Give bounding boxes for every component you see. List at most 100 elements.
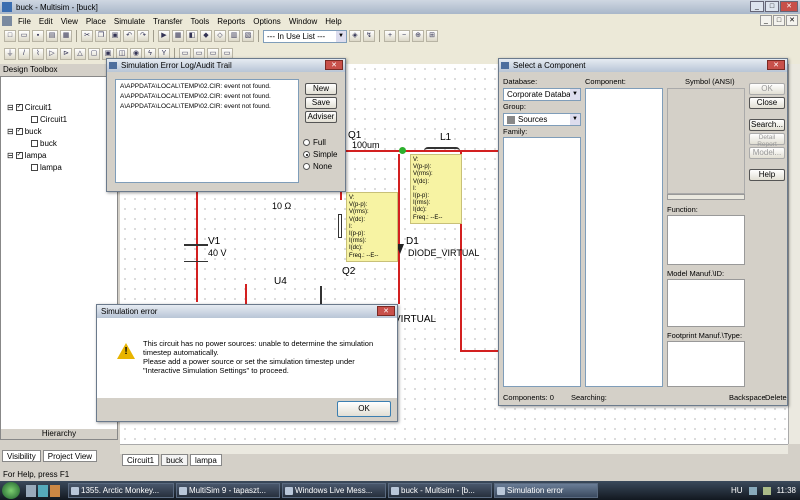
mode-none[interactable]: None <box>303 161 337 173</box>
taskbar-item-multisim9[interactable]: MultiSim 9 - tapaszt... <box>176 483 280 498</box>
tree-leaf-circuit1[interactable]: Circuit1 <box>31 115 67 124</box>
ok-button[interactable]: OK <box>749 83 785 95</box>
mdi-minimize-button[interactable]: _ <box>760 15 772 26</box>
resistor-icon[interactable]: ⌇ <box>32 48 44 60</box>
run-icon[interactable]: ▶ <box>158 30 170 42</box>
close-button[interactable]: ✕ <box>780 1 798 12</box>
copy-icon[interactable]: ❐ <box>95 30 107 42</box>
mdi-close-button[interactable]: ✕ <box>786 15 798 26</box>
menu-view[interactable]: View <box>57 17 82 26</box>
model-button[interactable]: Model... <box>749 147 785 159</box>
transistor-symbol-icon[interactable] <box>320 286 340 306</box>
adviser-button[interactable]: Adviser <box>305 111 337 123</box>
ttl-icon[interactable]: ▢ <box>88 48 100 60</box>
checkbox[interactable]: ✓ <box>15 128 23 135</box>
probe-marker-icon[interactable] <box>399 147 406 154</box>
horizontal-scrollbar[interactable] <box>120 444 788 454</box>
help-button[interactable]: Help <box>749 169 785 181</box>
cut-icon[interactable]: ✂ <box>81 30 93 42</box>
diode-icon[interactable]: ▷ <box>46 48 58 60</box>
family-list[interactable] <box>503 137 581 387</box>
menu-simulate[interactable]: Simulate <box>110 17 149 26</box>
new-button[interactable]: New <box>305 83 337 95</box>
mode-simple[interactable]: Simple <box>303 149 337 161</box>
zoom-out-icon[interactable]: − <box>398 30 410 42</box>
open-icon[interactable]: ▭ <box>18 30 30 42</box>
sim-icon[interactable]: ◈ <box>349 30 361 42</box>
close-dialog-button[interactable]: Close <box>749 97 785 109</box>
mode-full[interactable]: Full <box>303 137 337 149</box>
clock[interactable]: 11:38 <box>777 486 796 495</box>
maximize-button[interactable]: □ <box>765 1 779 12</box>
tool-d-icon[interactable]: ▧ <box>242 30 254 42</box>
group-dropdown[interactable]: Sources ▼ <box>503 113 581 126</box>
inductor-icon[interactable] <box>424 147 460 153</box>
menu-transfer[interactable]: Transfer <box>149 17 187 26</box>
print-preview-icon[interactable]: ▦ <box>60 30 72 42</box>
wire-icon[interactable]: / <box>18 48 30 60</box>
print-icon[interactable]: ▤ <box>46 30 58 42</box>
menu-file[interactable]: File <box>14 17 35 26</box>
component-list[interactable] <box>585 88 663 387</box>
menu-help[interactable]: Help <box>321 17 345 26</box>
redo-icon[interactable]: ↷ <box>137 30 149 42</box>
tray-icon[interactable] <box>762 486 771 495</box>
db-icon[interactable]: ◧ <box>186 30 198 42</box>
tab-lampa[interactable]: lampa <box>190 454 222 466</box>
taskbar-item-music[interactable]: 1355. Arctic Monkey... <box>68 483 174 498</box>
paste-icon[interactable]: ▣ <box>109 30 121 42</box>
tree-node-circuit1[interactable]: ⊟ ✓ Circuit1 <box>7 103 52 112</box>
new-icon[interactable]: □ <box>4 30 16 42</box>
tool-c-icon[interactable]: ▥ <box>228 30 240 42</box>
taskbar-item-messenger[interactable]: Windows Live Mess... <box>282 483 386 498</box>
transistor-icon[interactable]: ⊳ <box>60 48 72 60</box>
tool-a-icon[interactable]: ◆ <box>200 30 212 42</box>
zoom-area-icon[interactable]: ⊕ <box>412 30 424 42</box>
zoom-in-icon[interactable]: + <box>384 30 396 42</box>
ground-icon[interactable]: ⏚ <box>4 48 16 60</box>
menu-edit[interactable]: Edit <box>35 17 57 26</box>
analog-icon[interactable]: △ <box>74 48 86 60</box>
tree-leaf-buck[interactable]: buck <box>31 139 57 148</box>
taskbar-item-buck[interactable]: buck - Multisim - [b... <box>388 483 492 498</box>
menu-options[interactable]: Options <box>249 17 285 26</box>
close-icon[interactable]: ✕ <box>767 60 785 70</box>
minimize-button[interactable]: _ <box>750 1 764 12</box>
vertical-scrollbar[interactable] <box>788 64 800 444</box>
in-use-list-dropdown[interactable]: --- In Use List --- ▼ <box>263 29 347 43</box>
tree-node-buck[interactable]: ⊟ ✓ buck <box>7 127 42 136</box>
database-dropdown[interactable]: Corporate Database ▼ <box>503 88 581 101</box>
checkbox[interactable]: ✓ <box>15 152 23 159</box>
tab-visibility[interactable]: Visibility <box>2 450 41 462</box>
tab-buck[interactable]: buck <box>161 454 189 466</box>
close-icon[interactable]: ✕ <box>377 306 395 316</box>
tab-circuit1[interactable]: Circuit1 <box>122 454 160 466</box>
firefox-icon[interactable] <box>50 484 60 497</box>
menu-window[interactable]: Window <box>285 17 321 26</box>
language-indicator[interactable]: HU <box>731 486 743 495</box>
undo-icon[interactable]: ↶ <box>123 30 135 42</box>
tool-b-icon[interactable]: ◇ <box>214 30 226 42</box>
zoom-fit-icon[interactable]: ⊞ <box>426 30 438 42</box>
search-button[interactable]: Search... <box>749 119 785 131</box>
ok-button[interactable]: OK <box>337 401 391 417</box>
save-icon[interactable]: ▪ <box>32 30 44 42</box>
tree-leaf-lampa[interactable]: lampa <box>31 163 62 172</box>
detail-report-button[interactable]: Detail Report <box>749 133 785 148</box>
checkbox[interactable]: ✓ <box>15 104 23 111</box>
error-log-list[interactable]: A\APPDATA\LOCAL\TEMP\02.CIR: event not f… <box>115 79 299 183</box>
tray-icon[interactable] <box>748 486 757 495</box>
menu-reports[interactable]: Reports <box>213 17 249 26</box>
start-button[interactable] <box>2 482 20 499</box>
mdi-restore-button[interactable]: □ <box>773 15 785 26</box>
battery-icon[interactable] <box>184 244 208 262</box>
probe-icon[interactable]: ↯ <box>363 30 375 42</box>
menu-place[interactable]: Place <box>82 17 110 26</box>
show-desktop-icon[interactable] <box>26 484 36 497</box>
save-button[interactable]: Save <box>305 97 337 109</box>
ie-icon[interactable] <box>38 484 48 497</box>
tree-node-lampa[interactable]: ⊟ ✓ lampa <box>7 151 47 160</box>
taskbar-item-sim-error[interactable]: Simulation error <box>494 483 598 498</box>
grid-icon[interactable]: ▦ <box>172 30 184 42</box>
menu-tools[interactable]: Tools <box>187 17 214 26</box>
